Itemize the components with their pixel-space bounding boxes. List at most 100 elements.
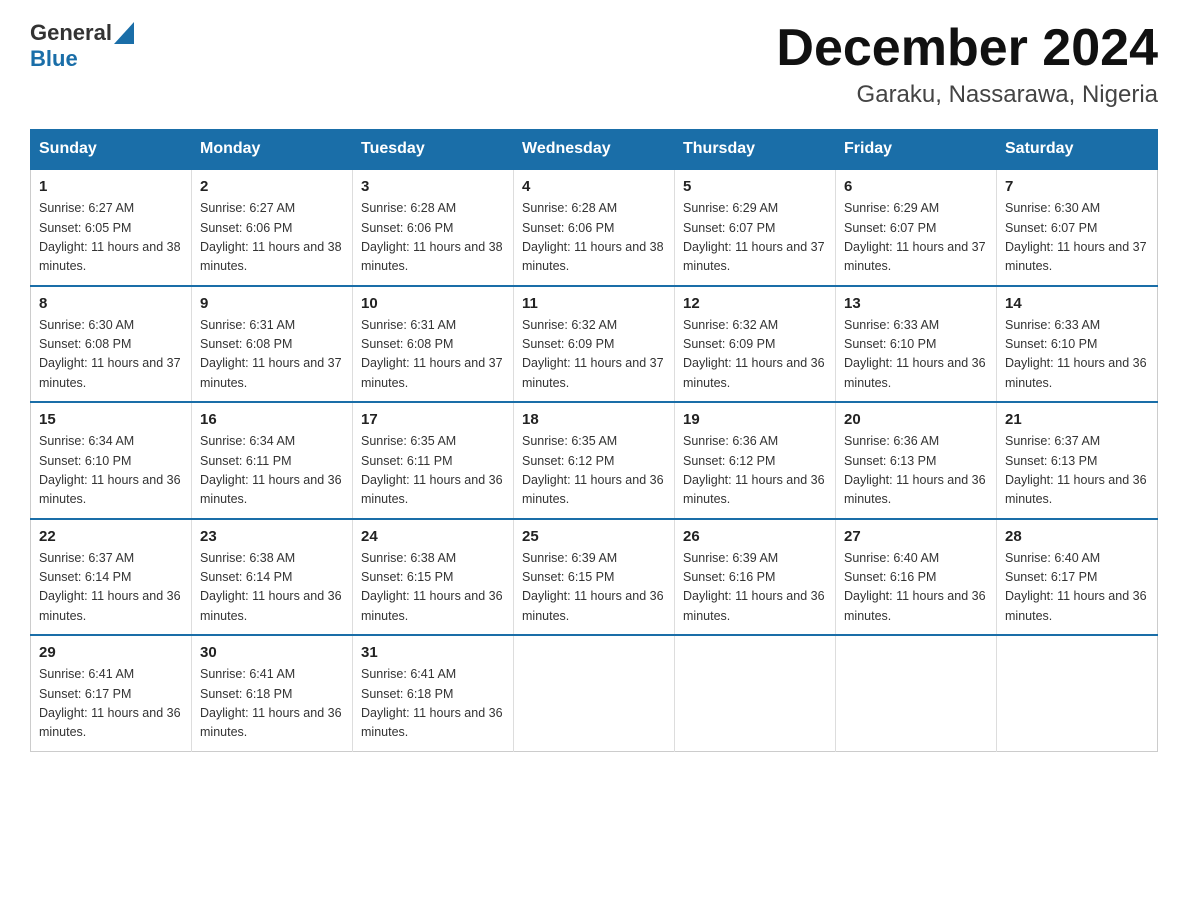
day-number: 14 <box>1005 295 1149 312</box>
day-number: 27 <box>844 528 988 545</box>
calendar-cell: 1 Sunrise: 6:27 AM Sunset: 6:05 PM Dayli… <box>31 169 192 286</box>
day-info: Sunrise: 6:33 AM Sunset: 6:10 PM Dayligh… <box>844 316 988 394</box>
day-number: 8 <box>39 295 183 312</box>
calendar-cell: 14 Sunrise: 6:33 AM Sunset: 6:10 PM Dayl… <box>997 286 1158 403</box>
calendar-cell <box>997 635 1158 751</box>
day-info: Sunrise: 6:29 AM Sunset: 6:07 PM Dayligh… <box>844 199 988 277</box>
day-info: Sunrise: 6:28 AM Sunset: 6:06 PM Dayligh… <box>361 199 505 277</box>
day-info: Sunrise: 6:30 AM Sunset: 6:08 PM Dayligh… <box>39 316 183 394</box>
calendar-title: December 2024 <box>776 20 1158 77</box>
calendar-cell: 8 Sunrise: 6:30 AM Sunset: 6:08 PM Dayli… <box>31 286 192 403</box>
calendar-table: SundayMondayTuesdayWednesdayThursdayFrid… <box>30 129 1158 752</box>
calendar-cell: 15 Sunrise: 6:34 AM Sunset: 6:10 PM Dayl… <box>31 402 192 519</box>
day-info: Sunrise: 6:37 AM Sunset: 6:13 PM Dayligh… <box>1005 432 1149 510</box>
day-number: 18 <box>522 411 666 428</box>
logo-triangle-icon <box>114 22 134 44</box>
day-info: Sunrise: 6:29 AM Sunset: 6:07 PM Dayligh… <box>683 199 827 277</box>
day-info: Sunrise: 6:27 AM Sunset: 6:05 PM Dayligh… <box>39 199 183 277</box>
day-info: Sunrise: 6:32 AM Sunset: 6:09 PM Dayligh… <box>522 316 666 394</box>
logo-general-text: General <box>30 20 112 46</box>
day-number: 24 <box>361 528 505 545</box>
calendar-cell: 10 Sunrise: 6:31 AM Sunset: 6:08 PM Dayl… <box>353 286 514 403</box>
day-number: 22 <box>39 528 183 545</box>
day-number: 11 <box>522 295 666 312</box>
logo: General Blue <box>30 20 134 72</box>
calendar-cell: 13 Sunrise: 6:33 AM Sunset: 6:10 PM Dayl… <box>836 286 997 403</box>
day-number: 9 <box>200 295 344 312</box>
calendar-cell: 27 Sunrise: 6:40 AM Sunset: 6:16 PM Dayl… <box>836 519 997 636</box>
calendar-cell: 19 Sunrise: 6:36 AM Sunset: 6:12 PM Dayl… <box>675 402 836 519</box>
day-info: Sunrise: 6:34 AM Sunset: 6:10 PM Dayligh… <box>39 432 183 510</box>
calendar-cell: 16 Sunrise: 6:34 AM Sunset: 6:11 PM Dayl… <box>192 402 353 519</box>
calendar-week-row: 8 Sunrise: 6:30 AM Sunset: 6:08 PM Dayli… <box>31 286 1158 403</box>
day-number: 26 <box>683 528 827 545</box>
day-info: Sunrise: 6:31 AM Sunset: 6:08 PM Dayligh… <box>200 316 344 394</box>
day-number: 20 <box>844 411 988 428</box>
day-info: Sunrise: 6:31 AM Sunset: 6:08 PM Dayligh… <box>361 316 505 394</box>
day-info: Sunrise: 6:41 AM Sunset: 6:18 PM Dayligh… <box>200 665 344 743</box>
calendar-cell: 22 Sunrise: 6:37 AM Sunset: 6:14 PM Dayl… <box>31 519 192 636</box>
calendar-cell: 25 Sunrise: 6:39 AM Sunset: 6:15 PM Dayl… <box>514 519 675 636</box>
calendar-cell: 24 Sunrise: 6:38 AM Sunset: 6:15 PM Dayl… <box>353 519 514 636</box>
day-number: 16 <box>200 411 344 428</box>
calendar-cell <box>514 635 675 751</box>
day-number: 29 <box>39 644 183 661</box>
title-block: December 2024 Garaku, Nassarawa, Nigeria <box>776 20 1158 109</box>
logo-blue-text: Blue <box>30 46 78 72</box>
day-number: 19 <box>683 411 827 428</box>
day-info: Sunrise: 6:35 AM Sunset: 6:12 PM Dayligh… <box>522 432 666 510</box>
day-number: 3 <box>361 178 505 195</box>
calendar-cell: 17 Sunrise: 6:35 AM Sunset: 6:11 PM Dayl… <box>353 402 514 519</box>
day-info: Sunrise: 6:33 AM Sunset: 6:10 PM Dayligh… <box>1005 316 1149 394</box>
calendar-week-row: 1 Sunrise: 6:27 AM Sunset: 6:05 PM Dayli… <box>31 169 1158 286</box>
day-info: Sunrise: 6:34 AM Sunset: 6:11 PM Dayligh… <box>200 432 344 510</box>
day-info: Sunrise: 6:30 AM Sunset: 6:07 PM Dayligh… <box>1005 199 1149 277</box>
calendar-cell: 29 Sunrise: 6:41 AM Sunset: 6:17 PM Dayl… <box>31 635 192 751</box>
calendar-cell: 26 Sunrise: 6:39 AM Sunset: 6:16 PM Dayl… <box>675 519 836 636</box>
day-info: Sunrise: 6:41 AM Sunset: 6:17 PM Dayligh… <box>39 665 183 743</box>
calendar-cell: 18 Sunrise: 6:35 AM Sunset: 6:12 PM Dayl… <box>514 402 675 519</box>
day-number: 25 <box>522 528 666 545</box>
day-info: Sunrise: 6:36 AM Sunset: 6:12 PM Dayligh… <box>683 432 827 510</box>
header-monday: Monday <box>192 130 353 170</box>
day-info: Sunrise: 6:35 AM Sunset: 6:11 PM Dayligh… <box>361 432 505 510</box>
day-info: Sunrise: 6:40 AM Sunset: 6:16 PM Dayligh… <box>844 549 988 627</box>
calendar-week-row: 29 Sunrise: 6:41 AM Sunset: 6:17 PM Dayl… <box>31 635 1158 751</box>
day-number: 4 <box>522 178 666 195</box>
calendar-cell: 23 Sunrise: 6:38 AM Sunset: 6:14 PM Dayl… <box>192 519 353 636</box>
header-wednesday: Wednesday <box>514 130 675 170</box>
day-number: 13 <box>844 295 988 312</box>
calendar-cell: 7 Sunrise: 6:30 AM Sunset: 6:07 PM Dayli… <box>997 169 1158 286</box>
calendar-cell: 30 Sunrise: 6:41 AM Sunset: 6:18 PM Dayl… <box>192 635 353 751</box>
day-number: 7 <box>1005 178 1149 195</box>
calendar-cell: 4 Sunrise: 6:28 AM Sunset: 6:06 PM Dayli… <box>514 169 675 286</box>
calendar-cell <box>675 635 836 751</box>
day-info: Sunrise: 6:38 AM Sunset: 6:14 PM Dayligh… <box>200 549 344 627</box>
day-info: Sunrise: 6:37 AM Sunset: 6:14 PM Dayligh… <box>39 549 183 627</box>
day-info: Sunrise: 6:38 AM Sunset: 6:15 PM Dayligh… <box>361 549 505 627</box>
day-number: 21 <box>1005 411 1149 428</box>
calendar-cell: 5 Sunrise: 6:29 AM Sunset: 6:07 PM Dayli… <box>675 169 836 286</box>
header-saturday: Saturday <box>997 130 1158 170</box>
calendar-cell: 3 Sunrise: 6:28 AM Sunset: 6:06 PM Dayli… <box>353 169 514 286</box>
calendar-week-row: 22 Sunrise: 6:37 AM Sunset: 6:14 PM Dayl… <box>31 519 1158 636</box>
day-info: Sunrise: 6:39 AM Sunset: 6:15 PM Dayligh… <box>522 549 666 627</box>
calendar-cell: 28 Sunrise: 6:40 AM Sunset: 6:17 PM Dayl… <box>997 519 1158 636</box>
header-tuesday: Tuesday <box>353 130 514 170</box>
calendar-cell: 31 Sunrise: 6:41 AM Sunset: 6:18 PM Dayl… <box>353 635 514 751</box>
calendar-cell: 12 Sunrise: 6:32 AM Sunset: 6:09 PM Dayl… <box>675 286 836 403</box>
page-header: General Blue December 2024 Garaku, Nassa… <box>30 20 1158 109</box>
calendar-cell <box>836 635 997 751</box>
calendar-cell: 11 Sunrise: 6:32 AM Sunset: 6:09 PM Dayl… <box>514 286 675 403</box>
day-number: 6 <box>844 178 988 195</box>
day-info: Sunrise: 6:36 AM Sunset: 6:13 PM Dayligh… <box>844 432 988 510</box>
day-number: 15 <box>39 411 183 428</box>
header-thursday: Thursday <box>675 130 836 170</box>
day-info: Sunrise: 6:40 AM Sunset: 6:17 PM Dayligh… <box>1005 549 1149 627</box>
day-number: 2 <box>200 178 344 195</box>
calendar-cell: 2 Sunrise: 6:27 AM Sunset: 6:06 PM Dayli… <box>192 169 353 286</box>
day-info: Sunrise: 6:27 AM Sunset: 6:06 PM Dayligh… <box>200 199 344 277</box>
calendar-cell: 21 Sunrise: 6:37 AM Sunset: 6:13 PM Dayl… <box>997 402 1158 519</box>
day-number: 17 <box>361 411 505 428</box>
day-info: Sunrise: 6:32 AM Sunset: 6:09 PM Dayligh… <box>683 316 827 394</box>
